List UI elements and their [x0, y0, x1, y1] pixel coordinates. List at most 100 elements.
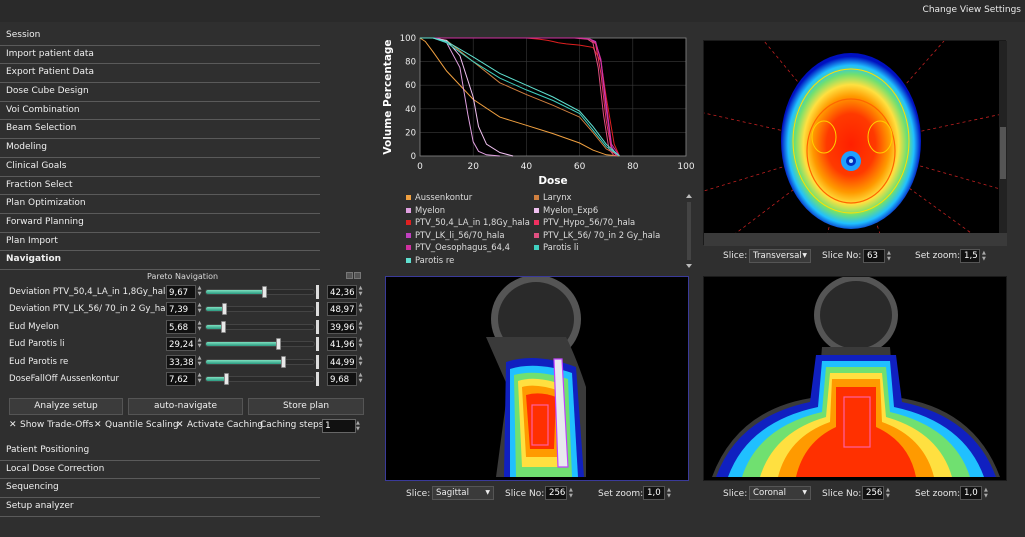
- legend-swatch: [534, 207, 539, 213]
- float-icon[interactable]: [346, 271, 353, 279]
- zoom-input[interactable]: 1,5: [960, 249, 980, 263]
- slice-no-input[interactable]: 256: [862, 486, 884, 500]
- spin-arrows-icon[interactable]: ▲ ▼: [357, 320, 364, 334]
- pareto-row: DoseFallOff Aussenkontur 7,62 ▲ ▼ 9,68 ▲ ▼: [0, 371, 372, 387]
- sidebar-item-patient-positioning[interactable]: Patient Positioning: [0, 442, 372, 461]
- sidebar-item-voi-combination[interactable]: Voi Combination: [0, 102, 372, 121]
- sidebar-item-fraction-select[interactable]: Fraction Select: [0, 177, 372, 196]
- dvh-chart: 0 20 40 60 80 100 0 20 40 60 80 100 Dose Volume Perce…: [382, 34, 695, 187]
- slider-limit-marker[interactable]: [316, 354, 319, 369]
- sidebar-item-navigation[interactable]: Navigation: [0, 251, 372, 270]
- auto-navigate-button[interactable]: auto-navigate: [128, 397, 243, 415]
- sidebar-item-local-dose-correction[interactable]: Local Dose Correction: [0, 461, 372, 480]
- sidebar-item-sequencing[interactable]: Sequencing: [0, 479, 372, 498]
- caching-steps-label: Caching steps:: [260, 419, 327, 430]
- pareto-row: Eud Myelon 5,68 ▲ ▼ 39,96 ▲ ▼: [0, 319, 372, 335]
- slider-limit-marker[interactable]: [316, 284, 319, 299]
- sidebar-item-plan-import[interactable]: Plan Import: [0, 233, 372, 252]
- slider-fill: [206, 342, 278, 347]
- sidebar-item-dose-cube-design[interactable]: Dose Cube Design: [0, 83, 372, 102]
- spin-arrows-icon[interactable]: ▲ ▼: [357, 337, 364, 351]
- spin-arrows-icon[interactable]: ▲ ▼: [196, 302, 203, 316]
- slider-handle[interactable]: [275, 338, 281, 351]
- change-view-settings-link[interactable]: Change View Settings: [923, 5, 1021, 15]
- legend-swatch: [534, 245, 539, 250]
- chevron-down-icon: ▼: [802, 252, 807, 259]
- sidebar-item-export-patient-data[interactable]: Export Patient Data: [0, 64, 372, 83]
- spin-arrows-icon[interactable]: ▲ ▼: [196, 355, 203, 369]
- spin-arrows-icon[interactable]: ▲ ▼: [887, 250, 891, 262]
- sidebar-item-modeling[interactable]: Modeling: [0, 139, 372, 158]
- y-tick-label: 0: [411, 152, 416, 162]
- legend-entry: PTV_LK_56/ 70_in 2 Gy_hala: [534, 230, 660, 240]
- sidebar-item-label: Export Patient Data: [6, 67, 95, 78]
- caching-steps-input[interactable]: 1: [322, 418, 356, 433]
- sidebar-item-setup-analyzer[interactable]: Setup analyzer: [0, 498, 372, 517]
- transversal-view[interactable]: [703, 40, 1008, 247]
- show-tradeoffs-checkbox[interactable]: ✕ Show Trade-Offs: [9, 420, 93, 430]
- min-value: 29,24: [166, 337, 196, 352]
- spin-arrows-icon[interactable]: ▲ ▼: [982, 250, 986, 262]
- pareto-slider[interactable]: [205, 288, 315, 295]
- slice-select[interactable]: Transversal ▼: [749, 249, 811, 263]
- coronal-view[interactable]: [703, 275, 1007, 481]
- legend-entry: PTV_Oesophagus_64,4: [406, 242, 510, 252]
- slider-handle[interactable]: [220, 320, 226, 333]
- sidebar-item-beam-selection[interactable]: Beam Selection: [0, 120, 372, 139]
- analyze-setup-button[interactable]: Analyze setup: [9, 397, 123, 415]
- sidebar-item-forward-planning[interactable]: Forward Planning: [0, 214, 372, 233]
- spin-arrows-icon[interactable]: ▲ ▼: [357, 302, 364, 316]
- activate-caching-checkbox[interactable]: ✕ Activate Caching: [176, 420, 263, 430]
- sidebar-item-label: Import patient data: [6, 48, 94, 59]
- slider-fill: [206, 289, 265, 294]
- spin-arrows-icon[interactable]: ▲ ▼: [196, 320, 203, 334]
- pareto-slider[interactable]: [205, 376, 315, 383]
- slice-select[interactable]: Coronal ▼: [749, 486, 811, 500]
- slider-limit-marker[interactable]: [316, 302, 319, 317]
- pareto-slider[interactable]: [205, 358, 315, 365]
- spin-arrows-icon[interactable]: ▲ ▼: [886, 487, 890, 499]
- legend-scrollbar[interactable]: [685, 194, 693, 268]
- chart-legend: Aussenkontur Larynx Myelon Myelon_Exp6 PTV_5…: [406, 192, 696, 270]
- sidebar-item-clinical-goals[interactable]: Clinical Goals: [0, 158, 372, 177]
- spin-arrows-icon[interactable]: ▲ ▼: [357, 355, 364, 369]
- spin-arrows-icon[interactable]: ▲ ▼: [569, 487, 573, 499]
- spin-arrows-icon[interactable]: ▲ ▼: [357, 285, 364, 299]
- spin-arrows-icon[interactable]: ▲ ▼: [356, 420, 360, 432]
- legend-entry: Parotis re: [406, 255, 454, 265]
- pareto-slider[interactable]: [205, 341, 315, 348]
- spin-arrows-icon[interactable]: ▲ ▼: [984, 487, 988, 499]
- slider-fill: [206, 359, 283, 364]
- sidebar-item-plan-optimization[interactable]: Plan Optimization: [0, 195, 372, 214]
- slider-handle[interactable]: [223, 373, 229, 386]
- sidebar-item-session[interactable]: Session: [0, 27, 372, 46]
- chevron-down-icon: ▼: [802, 489, 807, 496]
- slice-no-input[interactable]: 63: [863, 249, 885, 263]
- slider-handle[interactable]: [221, 303, 227, 316]
- slider-limit-marker[interactable]: [316, 319, 319, 334]
- slice-select[interactable]: Sagittal ▼: [432, 486, 494, 500]
- sidebar-item-import-patient-data[interactable]: Import patient data: [0, 46, 372, 65]
- slider-handle[interactable]: [281, 355, 287, 368]
- zoom-input[interactable]: 1,0: [643, 486, 665, 500]
- close-icon[interactable]: [354, 271, 361, 279]
- spin-arrows-icon[interactable]: ▲ ▼: [357, 372, 364, 386]
- slider-limit-marker[interactable]: [316, 337, 319, 352]
- spin-arrows-icon[interactable]: ▲ ▼: [196, 285, 203, 299]
- quantile-scaling-checkbox[interactable]: ✕ Quantile Scaling: [94, 420, 179, 430]
- pareto-row: Eud Parotis li 29,24 ▲ ▼ 41,96 ▲ ▼: [0, 336, 372, 352]
- zoom-input[interactable]: 1,0: [960, 486, 982, 500]
- spin-arrows-icon[interactable]: ▲ ▼: [196, 372, 203, 386]
- slider-limit-marker[interactable]: [316, 372, 319, 387]
- panel-window-buttons[interactable]: [346, 271, 362, 280]
- store-plan-button[interactable]: Store plan: [248, 397, 364, 415]
- sagittal-view[interactable]: [385, 275, 689, 481]
- legend-swatch: [406, 232, 411, 238]
- pareto-row: Eud Parotis re 33,38 ▲ ▼ 44,99 ▲ ▼: [0, 354, 372, 370]
- legend-label: Aussenkontur: [415, 192, 473, 202]
- slider-handle[interactable]: [262, 285, 268, 298]
- spin-arrows-icon[interactable]: ▲ ▼: [196, 337, 203, 351]
- slice-no-input[interactable]: 256: [545, 486, 567, 500]
- spin-arrows-icon[interactable]: ▲ ▼: [667, 487, 671, 499]
- sidebar-item-label: Dose Cube Design: [6, 86, 89, 97]
